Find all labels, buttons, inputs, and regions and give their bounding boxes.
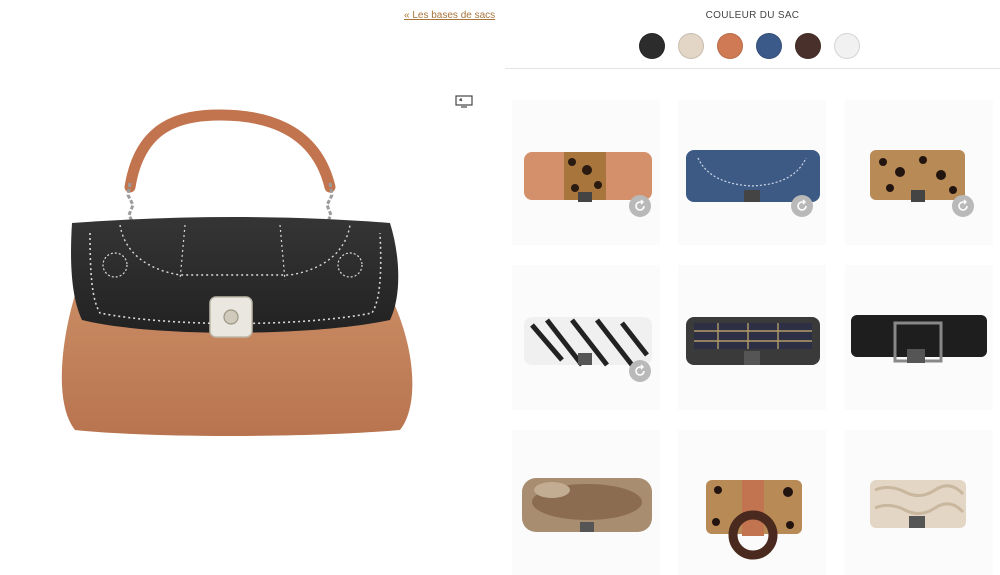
bag-preview-pane: « Les bases de sacs	[0, 0, 505, 563]
flap-option-python[interactable]	[845, 430, 993, 575]
flap-option-tartan[interactable]	[678, 265, 826, 410]
rotate-view-button[interactable]	[629, 195, 651, 217]
flap-option-zebra[interactable]	[512, 265, 660, 410]
flap-option-leopard-ring[interactable]	[678, 430, 826, 575]
swatch-black[interactable]	[639, 33, 665, 59]
swatch-beige[interactable]	[678, 33, 704, 59]
rotate-view-button[interactable]	[952, 195, 974, 217]
rotate-view-button[interactable]	[629, 360, 651, 382]
flap-option-fur[interactable]	[512, 430, 660, 575]
rotate-icon	[635, 199, 645, 211]
rotate-icon	[635, 364, 645, 376]
rotate-icon	[797, 199, 807, 211]
flap-option-navy-embroidered[interactable]	[678, 100, 826, 245]
section-divider	[505, 68, 1000, 69]
swatch-white[interactable]	[834, 33, 860, 59]
flap-options-grid	[505, 70, 1000, 575]
handbag-preview	[61, 109, 413, 436]
swatch-terracotta[interactable]	[717, 33, 743, 59]
fullscreen-icon[interactable]	[455, 95, 473, 109]
swatch-navy-blue[interactable]	[756, 33, 782, 59]
swatch-dark-brown[interactable]	[795, 33, 821, 59]
back-to-bag-bases-link[interactable]: « Les bases de sacs	[404, 10, 495, 21]
bag-handle	[124, 109, 336, 193]
customization-pane: COULEUR DU SAC	[505, 0, 1000, 575]
flap-option-leopard[interactable]	[845, 100, 993, 245]
flap-option-black-buckle[interactable]	[845, 265, 993, 410]
flap-option-leopard-stripe[interactable]	[512, 100, 660, 245]
rotate-icon	[958, 199, 968, 211]
rotate-view-button[interactable]	[791, 195, 813, 217]
bag-color-title: COULEUR DU SAC	[705, 10, 800, 21]
